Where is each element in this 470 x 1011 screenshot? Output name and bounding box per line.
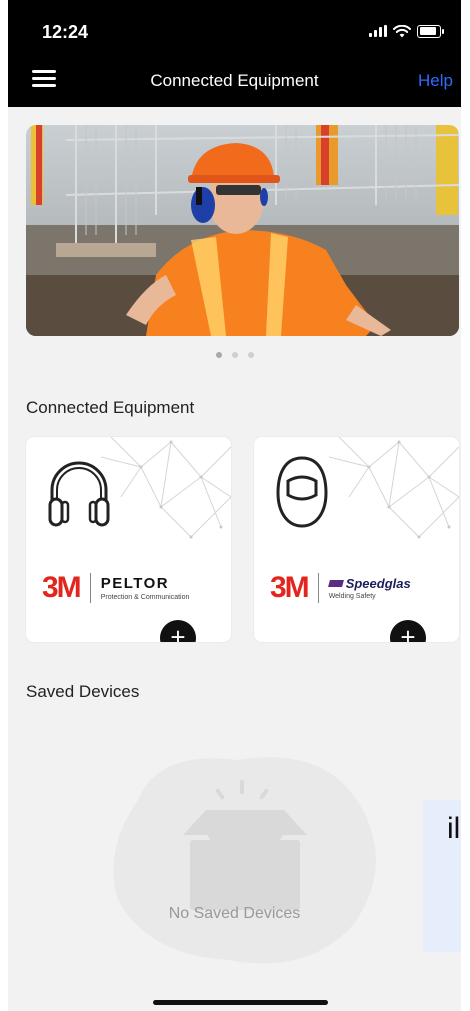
add-peltor-button[interactable]: + [160, 620, 196, 642]
signal-icon [369, 25, 387, 37]
overlay-text: il [447, 812, 461, 845]
wifi-icon [393, 24, 411, 37]
peltor-card[interactable]: 3M PELTOR Protection & Communication + [26, 437, 231, 642]
brand-subtitle: Welding Safety [328, 593, 376, 600]
speedglas-card[interactable]: 3M Speedglas Welding Safety + [254, 437, 459, 642]
headphones-icon [48, 461, 110, 527]
mesh-pattern [101, 437, 231, 539]
brand-name: Speedglas [345, 576, 411, 591]
brand-3m-logo: 3M [270, 571, 310, 604]
speedglas-brand-logo: 3M Speedglas Welding Safety [270, 571, 411, 605]
add-speedglas-button[interactable]: + [390, 620, 426, 642]
battery-icon [417, 24, 444, 38]
page-title: Connected Equipment [150, 71, 319, 90]
carousel-dot[interactable] [231, 352, 238, 358]
top-bar: 12:24 Connected Equipment Help [8, 0, 461, 107]
carousel-dot[interactable] [247, 352, 254, 358]
saved-devices-heading: Saved Devices [26, 682, 140, 701]
home-indicator[interactable] [153, 1000, 328, 1005]
hero-banner-image[interactable] [26, 125, 459, 336]
status-time: 12:24 [42, 22, 89, 42]
welding-helmet-icon [276, 456, 328, 528]
mesh-pattern [329, 437, 459, 539]
status-icons [369, 23, 444, 39]
app-screen: 12:24 Connected Equipment Help Connected… [8, 0, 461, 1011]
help-link[interactable]: Help [418, 71, 453, 91]
brand-3m-logo: 3M [42, 571, 82, 604]
empty-state-text: No Saved Devices [168, 905, 301, 922]
worker-photo [26, 125, 459, 336]
connected-equipment-heading: Connected Equipment [26, 398, 195, 417]
carousel-dot[interactable] [215, 352, 222, 358]
brand-subtitle: Protection & Communication [100, 594, 190, 601]
brand-name: PELTOR [100, 575, 170, 592]
peltor-brand-logo: 3M PELTOR Protection & Communication [42, 571, 189, 605]
overlay-popup: il [423, 800, 461, 952]
carousel-indicator[interactable] [8, 352, 461, 358]
empty-inbox-illustration [113, 757, 376, 964]
